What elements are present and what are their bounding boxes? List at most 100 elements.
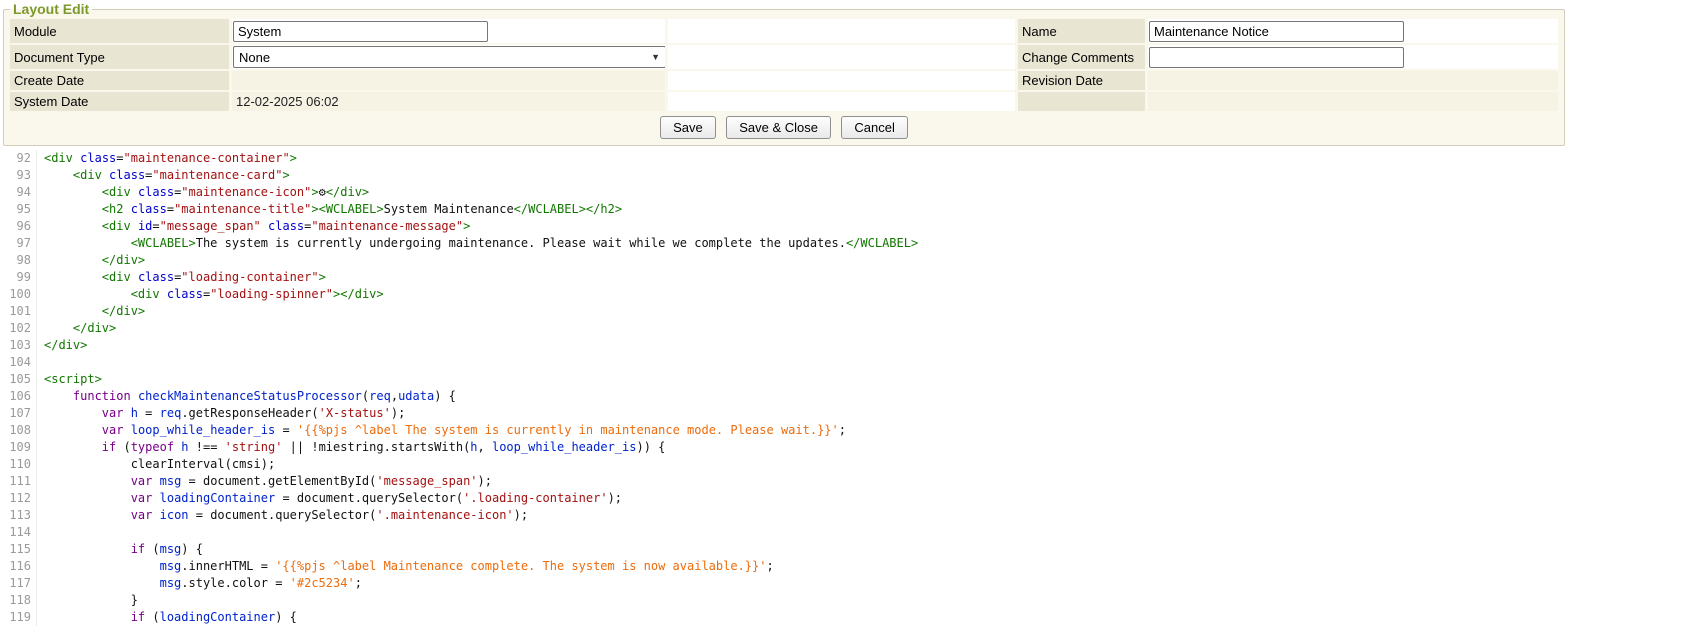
save-button[interactable]: Save — [660, 116, 716, 139]
line-number: 114 — [0, 524, 37, 541]
line-number: 113 — [0, 507, 37, 524]
layout-edit-form: Module Name Document Type None ▼ Change … — [7, 17, 1561, 113]
code-line[interactable]: 105<script> — [0, 371, 1706, 388]
spacer-cell — [668, 19, 1015, 43]
code-text: <WCLABEL>The system is currently undergo… — [37, 235, 918, 252]
document-type-label: Document Type — [10, 45, 229, 69]
table-row: Module Name — [10, 19, 1558, 43]
spacer-cell — [668, 45, 1015, 69]
code-line[interactable]: 104 — [0, 354, 1706, 371]
code-line[interactable]: 93 <div class="maintenance-card"> — [0, 167, 1706, 184]
line-number: 96 — [0, 218, 37, 235]
code-line[interactable]: 111 var msg = document.getElementById('m… — [0, 473, 1706, 490]
code-line[interactable]: 102 </div> — [0, 320, 1706, 337]
code-text: var loadingContainer = document.querySel… — [37, 490, 622, 507]
page-title: Layout Edit — [10, 1, 92, 17]
line-number: 95 — [0, 201, 37, 218]
code-text: if (typeof h !== 'string' || !miestring.… — [37, 439, 665, 456]
code-line[interactable]: 92<div class="maintenance-container"> — [0, 150, 1706, 167]
line-number: 112 — [0, 490, 37, 507]
code-text: <div class="maintenance-icon">⚙</div> — [37, 184, 369, 201]
code-text: </div> — [37, 337, 87, 354]
code-line[interactable]: 103</div> — [0, 337, 1706, 354]
code-text: <h2 class="maintenance-title"><WCLABEL>S… — [37, 201, 622, 218]
code-line[interactable]: 106 function checkMaintenanceStatusProce… — [0, 388, 1706, 405]
code-line[interactable]: 115 if (msg) { — [0, 541, 1706, 558]
code-line[interactable]: 113 var icon = document.querySelector('.… — [0, 507, 1706, 524]
code-text: function checkMaintenanceStatusProcessor… — [37, 388, 456, 405]
line-number: 92 — [0, 150, 37, 167]
system-date-label: System Date — [10, 92, 229, 111]
code-line[interactable]: 108 var loop_while_header_is = '{{%pjs ^… — [0, 422, 1706, 439]
line-number: 93 — [0, 167, 37, 184]
line-number: 108 — [0, 422, 37, 439]
save-and-close-button[interactable]: Save & Close — [726, 116, 831, 139]
code-line[interactable]: 98 </div> — [0, 252, 1706, 269]
code-line[interactable]: 118 } — [0, 592, 1706, 609]
code-text: </div> — [37, 320, 116, 337]
code-text: <div id="message_span" class="maintenanc… — [37, 218, 470, 235]
module-input[interactable] — [233, 21, 488, 42]
code-text: </div> — [37, 303, 145, 320]
line-number: 104 — [0, 354, 37, 371]
code-line[interactable]: 101 </div> — [0, 303, 1706, 320]
create-date-value — [232, 71, 665, 90]
code-text: <div class="maintenance-container"> — [37, 150, 297, 167]
form-actions: Save Save & Close Cancel — [7, 113, 1561, 143]
code-line[interactable]: 114 — [0, 524, 1706, 541]
line-number: 107 — [0, 405, 37, 422]
code-line[interactable]: 117 msg.style.color = '#2c5234'; — [0, 575, 1706, 592]
line-number: 106 — [0, 388, 37, 405]
change-comments-input[interactable] — [1149, 47, 1404, 68]
document-type-select[interactable]: None ▼ — [233, 46, 665, 68]
name-input[interactable] — [1149, 21, 1404, 42]
code-line[interactable]: 99 <div class="loading-container"> — [0, 269, 1706, 286]
create-date-label: Create Date — [10, 71, 229, 90]
code-line[interactable]: 107 var h = req.getResponseHeader('X-sta… — [0, 405, 1706, 422]
code-line[interactable]: 119 if (loadingContainer) { — [0, 609, 1706, 626]
code-text — [37, 354, 44, 371]
code-line[interactable]: 109 if (typeof h !== 'string' || !miestr… — [0, 439, 1706, 456]
cancel-button[interactable]: Cancel — [841, 116, 907, 139]
code-text — [37, 524, 44, 541]
table-row: System Date 12-02-2025 06:02 — [10, 92, 1558, 111]
code-line[interactable]: 95 <h2 class="maintenance-title"><WCLABE… — [0, 201, 1706, 218]
table-row: Create Date Revision Date — [10, 71, 1558, 90]
code-text: var msg = document.getElementById('messa… — [37, 473, 492, 490]
chevron-down-icon: ▼ — [651, 53, 660, 62]
code-line[interactable]: 110 clearInterval(cmsi); — [0, 456, 1706, 473]
code-text: var h = req.getResponseHeader('X-status'… — [37, 405, 405, 422]
line-number: 111 — [0, 473, 37, 490]
code-text: } — [37, 592, 138, 609]
line-number: 97 — [0, 235, 37, 252]
line-number: 115 — [0, 541, 37, 558]
line-number: 119 — [0, 609, 37, 626]
name-label: Name — [1018, 19, 1145, 43]
revision-date-value — [1148, 71, 1558, 90]
document-type-selected-value: None — [239, 50, 270, 65]
code-text: <div class="loading-container"> — [37, 269, 326, 286]
table-row: Document Type None ▼ Change Comments — [10, 45, 1558, 69]
code-line[interactable]: 94 <div class="maintenance-icon">⚙</div> — [0, 184, 1706, 201]
layout-edit-page: Layout Edit Module Name Document Type No… — [0, 1, 1706, 626]
line-number: 98 — [0, 252, 37, 269]
code-text: msg.innerHTML = '{{%pjs ^label Maintenan… — [37, 558, 774, 575]
line-number: 101 — [0, 303, 37, 320]
code-text: msg.style.color = '#2c5234'; — [37, 575, 362, 592]
code-text: if (msg) { — [37, 541, 203, 558]
line-number: 102 — [0, 320, 37, 337]
empty-label-cell — [1018, 92, 1145, 111]
code-line[interactable]: 96 <div id="message_span" class="mainten… — [0, 218, 1706, 235]
line-number: 94 — [0, 184, 37, 201]
code-editor[interactable]: 92<div class="maintenance-container">93 … — [0, 146, 1706, 626]
code-text: var loop_while_header_is = '{{%pjs ^labe… — [37, 422, 846, 439]
line-number: 109 — [0, 439, 37, 456]
code-line[interactable]: 97 <WCLABEL>The system is currently unde… — [0, 235, 1706, 252]
line-number: 105 — [0, 371, 37, 388]
line-number: 116 — [0, 558, 37, 575]
empty-value-cell — [1148, 92, 1558, 111]
code-line[interactable]: 116 msg.innerHTML = '{{%pjs ^label Maint… — [0, 558, 1706, 575]
code-line[interactable]: 100 <div class="loading-spinner"></div> — [0, 286, 1706, 303]
code-text: <div class="loading-spinner"></div> — [37, 286, 384, 303]
code-line[interactable]: 112 var loadingContainer = document.quer… — [0, 490, 1706, 507]
